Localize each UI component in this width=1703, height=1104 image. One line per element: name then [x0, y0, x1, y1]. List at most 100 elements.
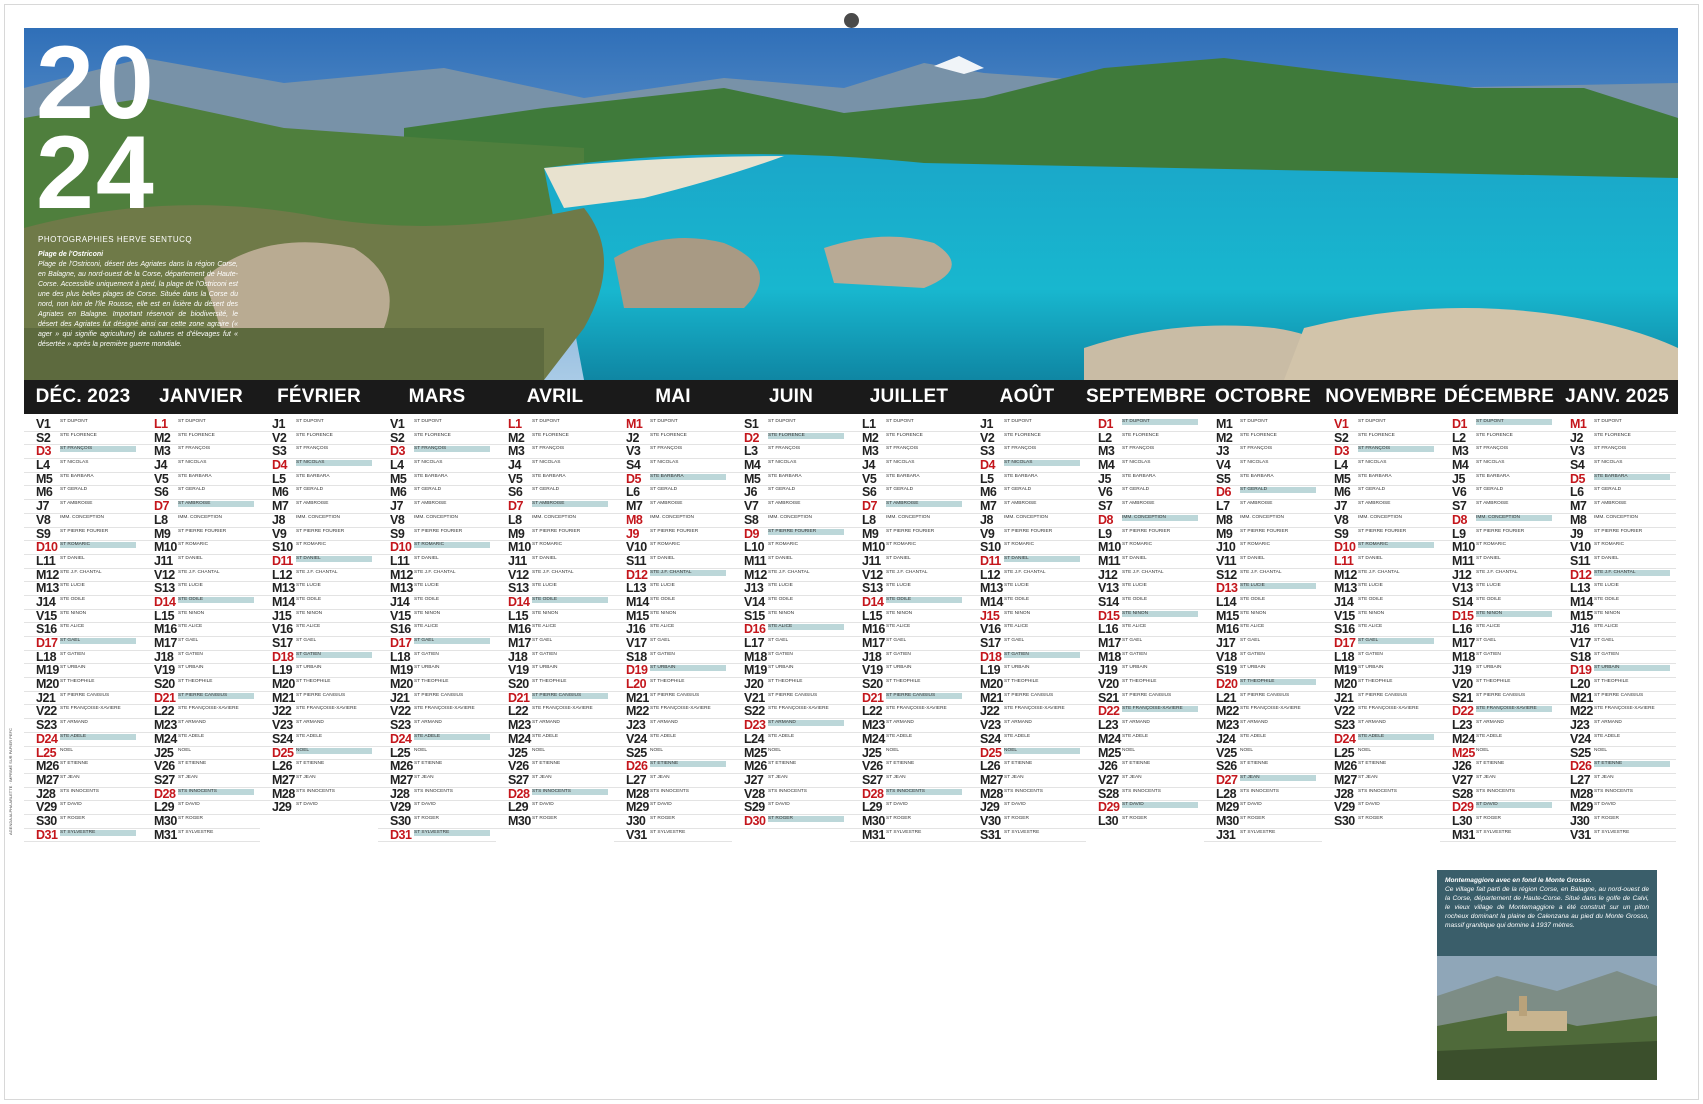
day-label: M12	[36, 567, 59, 582]
day-label: M31	[1452, 827, 1475, 842]
day-row: J29 ST DAVID	[260, 801, 378, 815]
saint-name: ST GÉRALD	[1594, 487, 1622, 493]
day-row: S5 STE BARBARA	[1204, 472, 1322, 487]
saint-name: ST URBAIN	[414, 665, 440, 671]
day-row: V1 ST DUPONT	[24, 418, 142, 432]
day-row: M29 ST DAVID	[614, 801, 732, 815]
day-row: D23 ST ARMAND	[732, 719, 850, 733]
day-label: L4	[36, 458, 50, 473]
day-label: M8	[1216, 512, 1233, 527]
day-row: J11 ST DANIEL	[142, 554, 260, 569]
day-row: M3 ST FRANÇOIS	[850, 445, 968, 460]
saint-name: IMM. CONCEPTION	[414, 514, 458, 520]
day-label: S16	[390, 622, 411, 637]
day-label: M31	[862, 827, 885, 842]
day-label: D15	[1452, 608, 1474, 623]
day-label: M12	[1334, 567, 1357, 582]
day-label: S7	[1452, 499, 1467, 514]
side-legal: AGENDA ALPHA ARLETTE · IMPRIMÉ SUR PAPIE…	[8, 725, 20, 845]
month-header: JANVIER	[159, 386, 243, 407]
saint-name: ST GAËL	[178, 638, 199, 643]
day-row: D19 ST URBAIN	[614, 664, 732, 679]
day-row: M3 ST FRANÇOIS	[142, 445, 260, 460]
day-row: M2 STE FLORENCE	[850, 431, 968, 446]
day-row: M8 IMM. CONCEPTION	[1558, 513, 1676, 528]
day-row: J16 STE ALICE	[1558, 623, 1676, 637]
saint-name: STE FLORENCE	[296, 432, 333, 438]
saint-name: ST DAVID	[1122, 802, 1198, 809]
day-row: S31 ST SYLVESTRE	[968, 828, 1086, 843]
day-row: L25 NOËL	[1322, 746, 1440, 761]
day-row: S17 ST GAËL	[260, 637, 378, 651]
saint-name: STE FRANÇOISE-XAVIÈRE	[296, 706, 357, 712]
saint-name: IMM. CONCEPTION	[768, 514, 812, 520]
day-label: M24	[862, 731, 885, 746]
day-row: D6 ST GÉRALD	[1204, 486, 1322, 501]
day-label: L9	[1452, 526, 1466, 541]
day-row: L7 ST AMBROISE	[1204, 500, 1322, 514]
saint-name: ST DUPONT	[296, 419, 324, 424]
inset-title: Montemaggiore avec en fond le Monte Gros…	[1445, 877, 1592, 884]
day-label: D13	[1216, 581, 1238, 596]
day-label: L12	[272, 567, 293, 582]
saint-name: ST ROMARIC	[1358, 542, 1434, 549]
day-row: L3 ST FRANÇOIS	[732, 445, 850, 460]
day-row: V27 ST JEAN	[1440, 773, 1558, 788]
day-row: M31 ST SYLVESTRE	[850, 827, 968, 843]
saint-name: ST AMBROISE	[178, 501, 254, 508]
months-header: DÉC. 2023 JANVIER FÉVRIER MARS AVRIL MAI JUIN J…	[24, 380, 1678, 414]
day-row: D26 ST ÉTIENNE	[614, 760, 732, 774]
day-label: V7	[744, 499, 759, 514]
saint-name: ST JEAN	[1004, 774, 1024, 780]
day-row: J14 STE ODILE	[1322, 595, 1440, 610]
day-label: M16	[154, 622, 177, 637]
saint-name: ST ROMARIC	[1122, 542, 1153, 548]
saint-name: ST ARMAND	[1594, 720, 1622, 726]
day-row: D18 ST GATIEN	[968, 650, 1086, 665]
day-row: S25 NOËL	[614, 746, 732, 761]
day-row: V8 IMM. CONCEPTION	[1322, 513, 1440, 528]
saint-name: STE NINON	[1358, 610, 1385, 616]
day-row: J18 ST GATIEN	[496, 650, 614, 665]
saint-name: STE NINON	[178, 610, 205, 616]
day-label: D4	[980, 458, 995, 473]
saint-name: STE LUCIE	[296, 583, 321, 589]
day-row: V29 ST DAVID	[24, 801, 142, 815]
day-row: L1 ST DUPONT	[496, 418, 614, 432]
day-row: L5 STE BARBARA	[968, 472, 1086, 487]
day-label: J10	[1216, 540, 1236, 555]
saint-name: ST NICOLAS	[886, 460, 915, 466]
day-row: L2 STE FLORENCE	[1440, 431, 1558, 446]
saint-name: ST THÉOPHILE	[414, 679, 449, 685]
saint-name: ST GATIEN	[1476, 651, 1501, 657]
saint-name: ST THÉOPHILE	[1594, 679, 1629, 685]
day-row: D27 ST JEAN	[1204, 773, 1322, 788]
day-row: V17 ST GAËL	[1558, 637, 1676, 651]
day-label: D9	[744, 526, 759, 541]
day-label: J23	[626, 718, 646, 733]
day-row: L29 ST DAVID	[496, 801, 614, 815]
day-label: J20	[744, 677, 764, 692]
day-row: S18 ST GATIEN	[1558, 650, 1676, 665]
saint-name: STE BARBARA	[60, 473, 94, 479]
day-label: D3	[1334, 444, 1349, 459]
saint-name: STE LUCIE	[650, 583, 675, 589]
month-column: S1 ST DUPONT D2 STE FLORENCE L3 ST FRANÇOIS M4…	[732, 418, 850, 846]
day-row: L13 STE LUCIE	[1558, 582, 1676, 596]
day-label: S14	[1452, 594, 1473, 609]
saint-name: STE ODILE	[886, 596, 962, 603]
day-label: M14	[626, 594, 649, 609]
saint-name: STE FRANÇOISE-XAVIÈRE	[1240, 706, 1301, 712]
saint-name: STE ADÈLE	[60, 733, 136, 740]
day-row: M14 STE ODILE	[260, 595, 378, 610]
day-row: L29 ST DAVID	[142, 801, 260, 815]
day-label: S20	[508, 677, 529, 692]
day-label: M22	[1570, 704, 1593, 719]
day-label: J9	[1570, 526, 1583, 541]
day-label: L20	[626, 677, 647, 692]
day-row: M18 ST GATIEN	[732, 650, 850, 665]
saint-name: ST DANIEL	[178, 555, 203, 561]
saint-name: ST ÉTIENNE	[1240, 761, 1269, 767]
day-row: J21 ST PIERRE CANISIUS	[1322, 691, 1440, 706]
saint-name: ST ROGER	[768, 815, 844, 822]
